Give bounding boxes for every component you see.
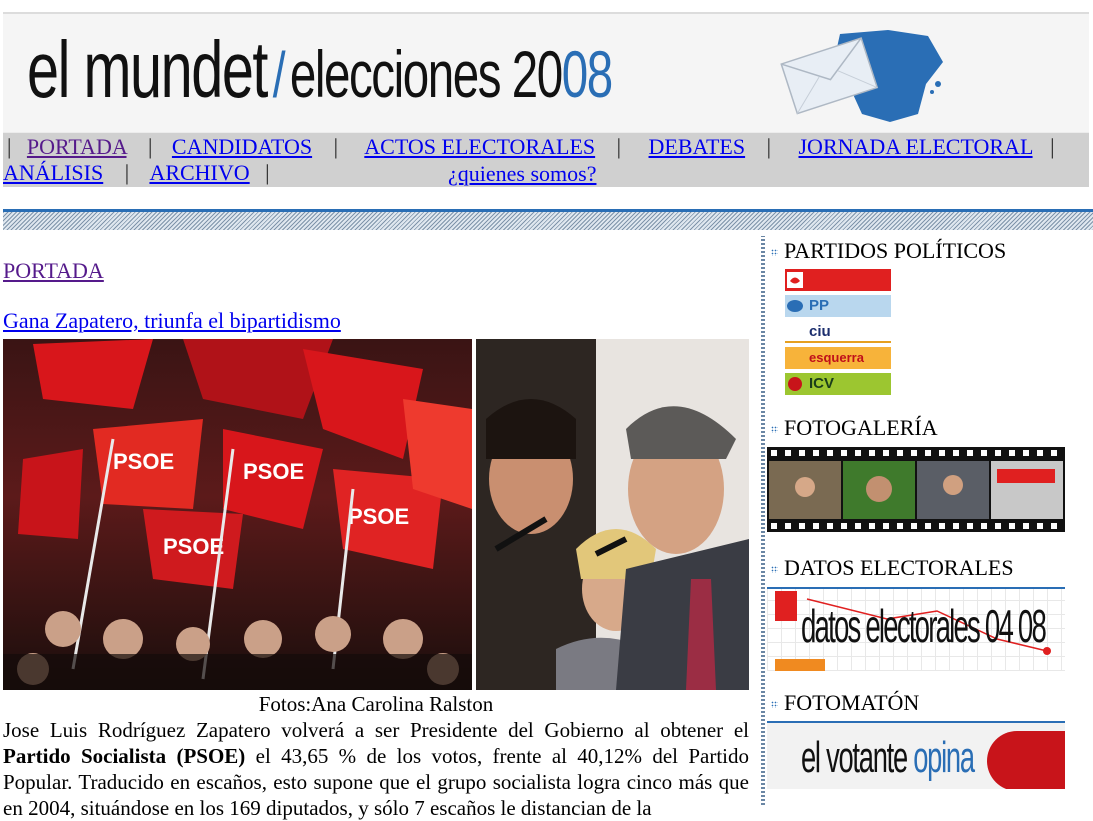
- fotomaton-banner-text: el votante opina: [801, 733, 975, 783]
- sidebar-heading-text: FOTOGALERÍA: [784, 415, 938, 440]
- microphone-icon: [987, 731, 1065, 789]
- svg-text:PSOE: PSOE: [348, 504, 409, 529]
- photo-psoe-supporters[interactable]: PSOE PSOE PSOE PSOE: [3, 339, 472, 690]
- header-divider: [3, 209, 1093, 230]
- bullet-icon: [771, 249, 778, 257]
- nav-actos-electorales[interactable]: ACTOS ELECTORALES: [364, 134, 595, 159]
- sidebar-border: [761, 236, 765, 805]
- party-pp-link[interactable]: PP: [785, 295, 891, 317]
- nav-separator: |: [7, 134, 12, 159]
- fotogaleria-filmstrip-banner[interactable]: [767, 447, 1065, 532]
- sidebar-heading-text: PARTIDOS POLÍTICOS: [784, 238, 1007, 263]
- svg-text:PSOE: PSOE: [113, 449, 174, 474]
- fotomaton-banner[interactable]: el votante opina: [767, 721, 1065, 789]
- nav-separator: |: [265, 160, 270, 185]
- banner-text-a: el votante: [801, 733, 914, 782]
- datos-banner-text: datos electorales 04 08: [801, 600, 1047, 652]
- article-headline-link[interactable]: Gana Zapatero, triunfa el bipartidismo: [3, 308, 341, 334]
- party-label: ciu: [809, 323, 831, 340]
- sidebar-heading-partidos: PARTIDOS POLÍTICOS: [771, 238, 1006, 264]
- article-body: Jose Luis Rodríguez Zapatero volverá a s…: [3, 717, 749, 821]
- party-psoe-link[interactable]: [785, 269, 891, 291]
- datos-electorales-banner[interactable]: datos electorales 04 08: [767, 587, 1065, 671]
- article-text: Jose Luis Rodríguez Zapatero volverá a s…: [3, 718, 749, 742]
- logo-site-name: el mundet: [27, 25, 268, 114]
- sidebar-heading-datos: DATOS ELECTORALES: [771, 555, 1014, 581]
- nav-archivo[interactable]: ARCHIVO: [149, 160, 249, 185]
- site-header: el mundet/elecciones 2008: [3, 12, 1089, 134]
- bullet-icon: [771, 426, 778, 434]
- svg-text:PSOE: PSOE: [243, 459, 304, 484]
- nav-separator: |: [333, 134, 338, 159]
- nav-portada[interactable]: PORTADA: [27, 134, 127, 159]
- photo-zapatero[interactable]: [476, 339, 749, 690]
- icv-logo-icon: [788, 377, 802, 391]
- logo-section: elecciones 20: [289, 37, 563, 111]
- sidebar-heading-fotogaleria: FOTOGALERÍA: [771, 415, 938, 441]
- psoe-rose-icon: [787, 272, 803, 288]
- party-erc-link[interactable]: esquerra: [785, 347, 891, 369]
- envelope-spain-map-icon: [780, 30, 943, 122]
- pp-bird-icon: [787, 300, 803, 312]
- nav-separator: |: [766, 134, 771, 159]
- nav-candidatos[interactable]: CANDIDATOS: [172, 134, 312, 159]
- party-icv-link[interactable]: ICV: [785, 373, 891, 395]
- photo-caption: Fotos:Ana Carolina Ralston: [258, 692, 494, 716]
- nav-separator: |: [148, 134, 153, 159]
- sidebar-heading-fotomaton: FOTOMATÓN: [771, 690, 919, 716]
- article-text-bold: Partido Socialista (PSOE): [3, 744, 246, 768]
- banner-text-b: opina: [913, 733, 975, 782]
- bullet-icon: [771, 566, 778, 574]
- logo-slash: /: [272, 39, 286, 111]
- party-ciu-link[interactable]: ciu: [785, 321, 891, 343]
- nav-separator: |: [1050, 134, 1055, 159]
- nav-quienes-somos[interactable]: ¿quienes somos?: [448, 161, 596, 187]
- site-logo[interactable]: el mundet/elecciones 2008: [27, 18, 613, 122]
- nav-separator: |: [124, 160, 130, 185]
- party-label: ICV: [809, 375, 835, 392]
- logo-section-accent: 08: [561, 37, 613, 111]
- party-label: esquerra: [809, 350, 864, 365]
- bullet-icon: [771, 701, 778, 709]
- sidebar-heading-text: FOTOMATÓN: [784, 690, 920, 715]
- nav-analisis[interactable]: ANÁLISIS: [3, 160, 103, 185]
- section-link-portada[interactable]: PORTADA: [3, 258, 104, 284]
- main-navigation: | PORTADA | CANDIDATOS | ACTOS ELECTORAL…: [3, 133, 1089, 187]
- nav-separator: |: [616, 134, 622, 159]
- nav-debates[interactable]: DEBATES: [649, 134, 746, 159]
- svg-text:PSOE: PSOE: [163, 534, 224, 559]
- party-label: PP: [809, 297, 830, 314]
- nav-jornada-electoral[interactable]: JORNADA ELECTORAL: [799, 134, 1033, 159]
- sidebar-heading-text: DATOS ELECTORALES: [784, 555, 1014, 580]
